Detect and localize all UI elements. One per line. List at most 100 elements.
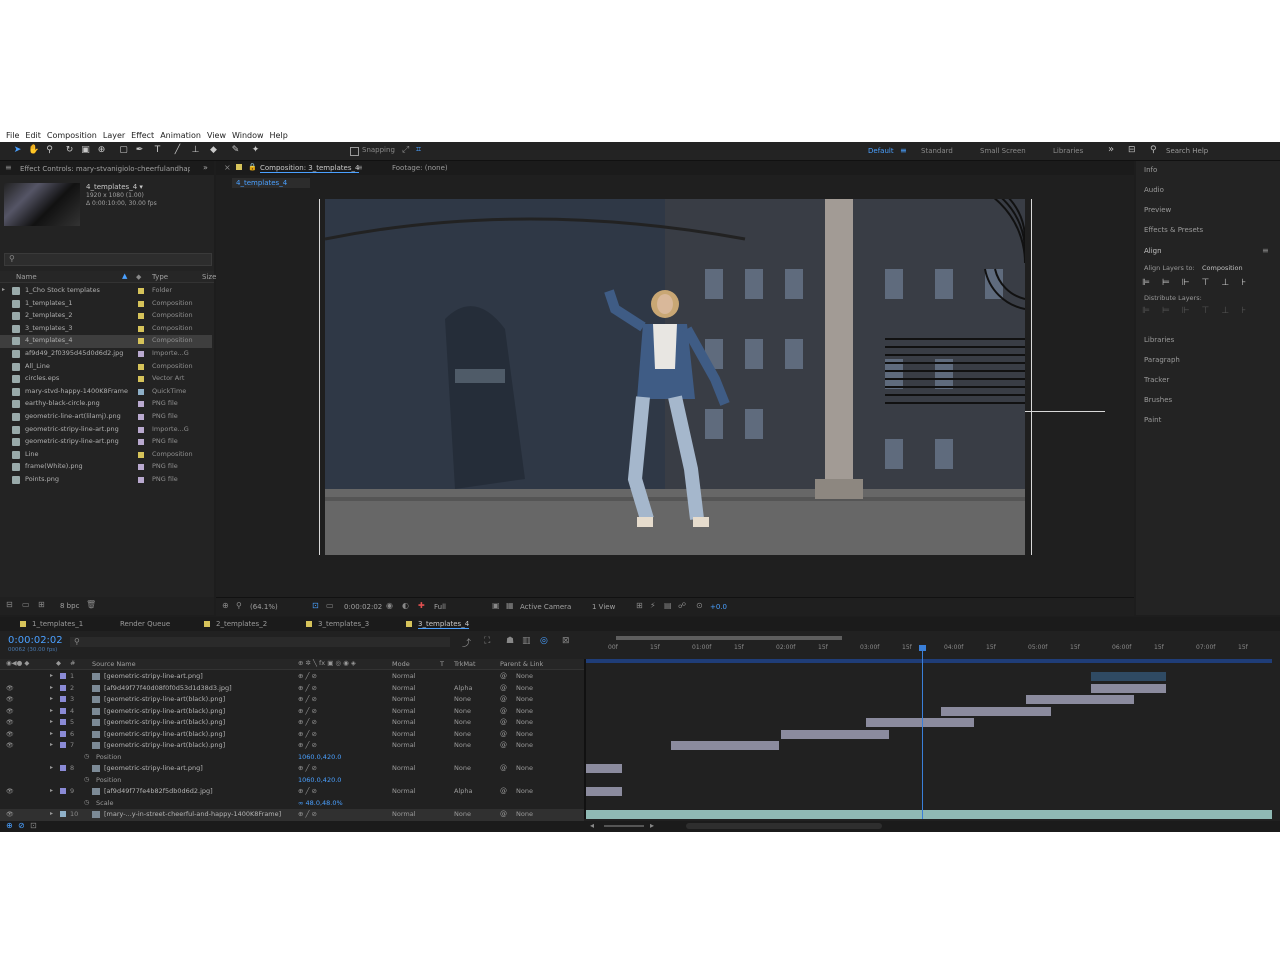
menu-file[interactable]: File	[6, 131, 19, 140]
menu-view[interactable]: View	[207, 131, 226, 140]
search-help-input[interactable]: Search Help	[1166, 147, 1208, 155]
playhead-handle[interactable]	[919, 645, 926, 651]
parent-dropdown[interactable]: None	[516, 672, 533, 680]
panel-audio[interactable]: Audio	[1144, 186, 1164, 194]
align-buttons[interactable]: ⊫⊨⊩⊤⊥⊦	[1142, 278, 1272, 290]
stopwatch-icon[interactable]: ◷	[84, 776, 89, 783]
layer-property-row[interactable]: ◷ Scale ∞ 48.0,48.0%	[0, 798, 584, 810]
layer-label-color[interactable]	[60, 673, 66, 679]
layer-label-color[interactable]	[60, 707, 66, 714]
new-comp-icon[interactable]: ⊞	[38, 600, 45, 609]
project-item[interactable]: af9d49_2f0395d45d0d6d2.jpg Importe...G	[0, 348, 212, 361]
project-item[interactable]: 3_templates_3 Composition	[0, 323, 212, 336]
layer-name[interactable]: [geometric-stripy-line-art.png]	[104, 764, 289, 772]
parent-dropdown[interactable]: None	[516, 684, 533, 692]
twirl-arrow-icon[interactable]: ▸	[50, 730, 53, 737]
panel-libraries[interactable]: Libraries	[1144, 336, 1174, 344]
trkmat-dropdown[interactable]: None	[454, 764, 471, 772]
twirl-arrow-icon[interactable]: ▸	[50, 718, 53, 725]
workspace-standard[interactable]: Standard	[921, 147, 953, 155]
blend-mode-dropdown[interactable]: Normal	[392, 764, 416, 772]
panel-menu-icon[interactable]: ≡	[5, 163, 12, 172]
layer-label-color[interactable]	[60, 742, 66, 748]
frame-blending-icon[interactable]: ▥	[522, 636, 531, 646]
parent-dropdown[interactable]: None	[516, 787, 533, 795]
layer-name[interactable]: [geometric-stripy-line-art(black).png]	[104, 730, 289, 738]
trkmat-dropdown[interactable]: None	[454, 741, 471, 749]
project-item[interactable]: circles.eps Vector Art	[0, 373, 212, 386]
trkmat-dropdown[interactable]: None	[454, 695, 471, 703]
col-t[interactable]: T	[440, 660, 444, 668]
project-item[interactable]: 2_templates_2 Composition	[0, 310, 212, 323]
property-value[interactable]: 1060.0,420.0	[298, 776, 341, 784]
layer-label-color[interactable]	[60, 684, 66, 691]
layer-name[interactable]: [geometric-stripy-line-art.png]	[104, 672, 289, 680]
layer-row[interactable]: ▸ 8 [geometric-stripy-line-art.png] ⊕ ╱ ⊘ No…	[0, 763, 584, 775]
tab-templates-4[interactable]: 3_templates_4	[418, 620, 470, 629]
layer-switches[interactable]: ⊕ ╱ ⊘	[298, 684, 317, 692]
layer-row[interactable]: ▸ 1 [geometric-stripy-line-art.png] ⊕ ╱ ⊘ No…	[0, 671, 584, 683]
exposure-value[interactable]: +0.0	[710, 603, 727, 611]
workspace-small-screen[interactable]: Small Screen	[980, 147, 1026, 155]
time-ruler[interactable]: 00f 15f 01:00f 15f 02:00f 15f 03:00f 15f 04:00f 1…	[586, 634, 1272, 658]
zoom-level[interactable]: (64.1%)	[250, 603, 278, 611]
twirl-arrow-icon[interactable]: ▸	[50, 810, 53, 817]
tab-templates-3[interactable]: 3_templates_3	[318, 620, 369, 628]
expand-switches-icon[interactable]: ⊕	[6, 821, 13, 830]
stopwatch-icon[interactable]: ◷	[84, 799, 89, 806]
timeline-timecode[interactable]: 0:00:02:02	[8, 635, 63, 646]
roto-brush-tool-icon[interactable]: ✎	[230, 145, 241, 156]
twirl-arrow-icon[interactable]: ▸	[50, 764, 53, 771]
layer-label-color[interactable]	[60, 811, 66, 817]
twirl-arrow-icon[interactable]: ▸	[50, 787, 53, 794]
project-item[interactable]: frame(White).png PNG file	[0, 461, 212, 474]
layer-name[interactable]: [af9d49f77fe4b82f5db0d6d2.jpg]	[104, 787, 289, 795]
col-source-name[interactable]: Source Name	[92, 660, 136, 668]
menu-edit[interactable]: Edit	[25, 131, 41, 140]
workspace-libraries[interactable]: Libraries	[1053, 147, 1083, 155]
blend-mode-dropdown[interactable]: Normal	[392, 707, 416, 715]
trkmat-dropdown[interactable]: Alpha	[454, 684, 472, 692]
layer-name[interactable]: [geometric-stripy-line-art(black).png]	[104, 718, 289, 726]
layer-duration-bar[interactable]	[866, 718, 974, 727]
col-mode[interactable]: Mode	[392, 660, 410, 668]
tab-render-queue[interactable]: Render Queue	[120, 620, 170, 628]
viewer-timecode[interactable]: 0:00:02:02	[344, 603, 382, 611]
col-parent-link[interactable]: Parent & Link	[500, 660, 543, 668]
layer-switches[interactable]: ⊕ ╱ ⊘	[298, 741, 317, 749]
parent-dropdown[interactable]: None	[516, 810, 533, 818]
pick-whip-icon[interactable]: @	[500, 684, 507, 692]
puppet-tool-icon[interactable]: ✦	[250, 145, 261, 156]
panel-paragraph[interactable]: Paragraph	[1144, 356, 1180, 364]
layer-row[interactable]: 👁 ▸ 4 [geometric-stripy-line-art(black).png…	[0, 706, 584, 718]
layer-switches[interactable]: ⊕ ╱ ⊘	[298, 672, 317, 680]
blend-mode-dropdown[interactable]: Normal	[392, 684, 416, 692]
blend-mode-dropdown[interactable]: Normal	[392, 741, 416, 749]
parent-dropdown[interactable]: None	[516, 695, 533, 703]
timeline-scrollbar[interactable]	[686, 823, 882, 829]
parent-dropdown[interactable]: None	[516, 707, 533, 715]
align-to-dropdown[interactable]: Composition	[1202, 264, 1243, 272]
blend-mode-dropdown[interactable]: Normal	[392, 718, 416, 726]
draft-3d-icon[interactable]: ⛶	[484, 636, 490, 646]
zoom-in-icon[interactable]: ▸	[650, 821, 654, 830]
col-name-header[interactable]: Name	[16, 273, 37, 281]
camera-dropdown[interactable]: Active Camera	[520, 603, 571, 611]
blend-mode-dropdown[interactable]: Normal	[392, 672, 416, 680]
viewer-close-icon[interactable]: ×	[224, 163, 231, 172]
workspace-menu-icon[interactable]: ≡	[900, 146, 907, 155]
pick-whip-icon[interactable]: @	[500, 810, 507, 818]
layer-duration-bar[interactable]	[1026, 695, 1134, 704]
transparency-grid-icon[interactable]: ▦	[506, 601, 514, 610]
twirl-arrow-icon[interactable]: ▸	[50, 684, 53, 691]
layer-label-color[interactable]	[60, 696, 66, 702]
trkmat-dropdown[interactable]: None	[454, 707, 471, 715]
layer-row[interactable]: 👁 ▸ 3 [geometric-stripy-line-art(black).png…	[0, 694, 584, 706]
menu-layer[interactable]: Layer	[103, 131, 125, 140]
layer-duration-bar[interactable]	[1091, 672, 1166, 681]
parent-dropdown[interactable]: None	[516, 730, 533, 738]
visibility-eye-icon[interactable]: 👁	[6, 719, 14, 726]
align-menu-icon[interactable]: ≡	[1262, 246, 1269, 255]
panel-brushes[interactable]: Brushes	[1144, 396, 1172, 404]
parent-dropdown[interactable]: None	[516, 741, 533, 749]
